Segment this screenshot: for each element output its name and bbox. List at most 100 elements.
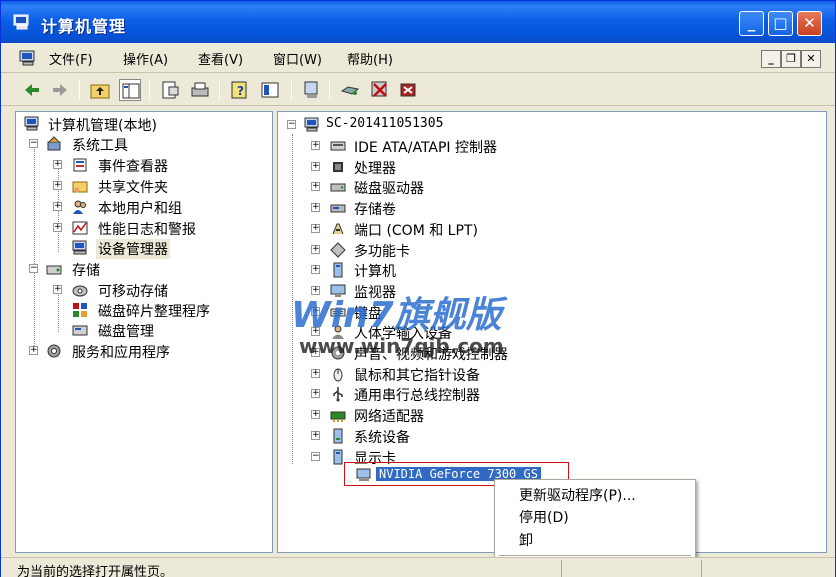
tree-item-label: 磁盘碎片整理程序 — [98, 304, 210, 320]
expand-toggle[interactable]: + — [53, 223, 62, 232]
title-bar[interactable]: 计算机管理 _ □ ✕ — [1, 1, 835, 43]
close-button[interactable]: ✕ — [797, 11, 822, 36]
expand-toggle[interactable]: + — [53, 181, 62, 190]
collapse-toggle[interactable]: − — [29, 139, 38, 148]
collapse-toggle[interactable]: − — [287, 120, 296, 129]
tree-item-event-viewer[interactable]: + 事件查看器 — [16, 155, 266, 175]
console-tree-pane[interactable]: 计算机管理(本地) − 系统工具 + 事件查看器 + 共享文件夹 + 本地用户和… — [15, 111, 273, 553]
uninstall-device-icon[interactable] — [397, 79, 419, 101]
mdi-minimize-button[interactable]: _ — [761, 50, 781, 68]
tree-item-device-category[interactable]: + 端口 (COM 和 LPT) — [278, 219, 818, 239]
tools-icon — [47, 136, 61, 151]
tree-item-root-computer[interactable]: − SC-201411051305 — [278, 115, 818, 135]
window-title: 计算机管理 — [41, 17, 127, 36]
tree-item-device-category[interactable]: + IDE ATA/ATAPI 控制器 — [278, 136, 818, 156]
collapse-toggle[interactable]: − — [311, 451, 320, 461]
expand-toggle[interactable]: + — [311, 141, 320, 150]
tree-item-device-category[interactable]: + 通用串行总线控制器 — [278, 384, 818, 404]
menu-item-update-driver[interactable]: 更新驱动程序(P)... — [519, 485, 636, 505]
tree-item-label: 系统工具 — [72, 138, 128, 154]
minimize-button[interactable]: _ — [739, 11, 764, 36]
expand-toggle[interactable]: + — [29, 346, 38, 355]
expand-toggle[interactable]: + — [311, 265, 320, 275]
menu-item-uninstall[interactable]: 卸 — [519, 530, 533, 550]
collapse-toggle[interactable]: − — [29, 264, 38, 273]
shared-folder-icon — [72, 181, 88, 193]
tree-item-device-category[interactable]: + 处理器 — [278, 157, 818, 177]
scan-hardware-icon[interactable] — [301, 79, 323, 101]
expand-toggle[interactable]: + — [311, 389, 320, 399]
device-manager-icon — [72, 240, 87, 255]
tree-item-disk-defragmenter[interactable]: 磁盘碎片整理程序 — [16, 300, 266, 320]
tree-item-device-category[interactable]: + 存储卷 — [278, 198, 818, 218]
show-tree-icon[interactable] — [119, 79, 141, 101]
expand-toggle[interactable]: + — [311, 410, 320, 420]
expand-toggle[interactable]: + — [53, 202, 62, 211]
maximize-button[interactable]: □ — [768, 11, 793, 36]
help-icon[interactable]: ? — [229, 79, 251, 101]
expand-toggle[interactable]: + — [311, 368, 320, 378]
svg-text:?: ? — [237, 84, 244, 98]
back-icon[interactable] — [21, 79, 43, 101]
watermark-brand: Win7旗舰版 — [291, 295, 508, 336]
disable-device-icon[interactable] — [369, 79, 391, 101]
menu-item-disable[interactable]: 停用(D) — [519, 507, 569, 527]
toolbar-separator — [329, 80, 330, 100]
tree-item-label: 事件查看器 — [98, 159, 168, 175]
update-driver-icon[interactable] — [339, 79, 361, 101]
menu-action[interactable]: 操作(A) — [123, 49, 168, 68]
mdi-restore-button[interactable]: ❐ — [781, 50, 801, 68]
tree-item-label: 共享文件夹 — [98, 180, 168, 196]
tree-item-label: 存储卷 — [354, 202, 396, 219]
menu-view[interactable]: 查看(V) — [198, 49, 243, 68]
tree-item-label: 服务和应用程序 — [72, 345, 170, 361]
tree-item-storage[interactable]: − 存储 — [16, 259, 266, 279]
tree-item-device-category[interactable]: + 系统设备 — [278, 426, 818, 446]
tree-item-label: 多功能卡 — [354, 243, 410, 260]
toolbar-separator — [149, 80, 150, 100]
expand-toggle[interactable]: + — [53, 285, 62, 294]
menu-file[interactable]: 文件(F) — [49, 49, 93, 68]
expand-toggle[interactable]: + — [53, 160, 62, 169]
up-folder-icon[interactable] — [89, 79, 111, 101]
expand-toggle[interactable]: + — [311, 244, 320, 254]
tree-item-system-tools[interactable]: − 系统工具 — [16, 134, 266, 154]
tree-item-label: 性能日志和警报 — [98, 222, 196, 238]
computer-icon — [24, 116, 39, 131]
tree-item-computer-management[interactable]: 计算机管理(本地) — [16, 114, 266, 134]
expand-toggle[interactable]: + — [311, 223, 320, 233]
status-text: 为当前的选择打开属性页。 — [17, 565, 174, 577]
properties-icon[interactable] — [159, 79, 181, 101]
mdi-close-button[interactable]: ✕ — [801, 50, 821, 68]
tree-item-device-category[interactable]: + 网络适配器 — [278, 405, 818, 425]
tree-item-device-manager[interactable]: 设备管理器 — [16, 238, 266, 259]
services-icon — [47, 344, 61, 358]
tree-item-label: 端口 (COM 和 LPT) — [354, 222, 478, 239]
status-bar: 为当前的选择打开属性页。 — [1, 557, 835, 577]
menu-help[interactable]: 帮助(H) — [347, 49, 393, 68]
expand-toggle[interactable]: + — [311, 203, 320, 213]
tree-item-label: 鼠标和其它指针设备 — [354, 367, 480, 384]
forward-icon[interactable] — [49, 79, 71, 101]
tree-item-device-category[interactable]: + 磁盘驱动器 — [278, 177, 818, 197]
expand-toggle[interactable]: + — [311, 430, 320, 440]
ide-controller-icon — [330, 141, 346, 151]
tree-item-removable-storage[interactable]: + 可移动存储 — [16, 280, 266, 300]
tree-item-performance-logs[interactable]: + 性能日志和警报 — [16, 218, 266, 238]
tree-item-disk-management[interactable]: 磁盘管理 — [16, 320, 266, 340]
tree-item-services-apps[interactable]: + 服务和应用程序 — [16, 341, 266, 361]
status-cell — [561, 560, 562, 577]
tree-item-device-category[interactable]: + 多功能卡 — [278, 240, 818, 260]
print-icon[interactable] — [189, 79, 211, 101]
tree-item-shared-folders[interactable]: + 共享文件夹 — [16, 176, 266, 196]
console-icon[interactable] — [259, 79, 281, 101]
menu-window[interactable]: 窗口(W) — [273, 49, 322, 68]
expand-toggle[interactable]: + — [311, 182, 320, 192]
tree-item-device-category[interactable]: + 鼠标和其它指针设备 — [278, 364, 818, 384]
toolbar-separator — [79, 80, 80, 100]
expand-toggle[interactable]: + — [311, 161, 320, 171]
tree-item-label: 通用串行总线控制器 — [354, 388, 480, 405]
tree-item-device-category[interactable]: + 计算机 — [278, 260, 818, 280]
menu-bar: 文件(F) 操作(A) 查看(V) 窗口(W) 帮助(H) _ ❐ ✕ — [1, 43, 835, 73]
tree-item-local-users[interactable]: + 本地用户和组 — [16, 197, 266, 217]
